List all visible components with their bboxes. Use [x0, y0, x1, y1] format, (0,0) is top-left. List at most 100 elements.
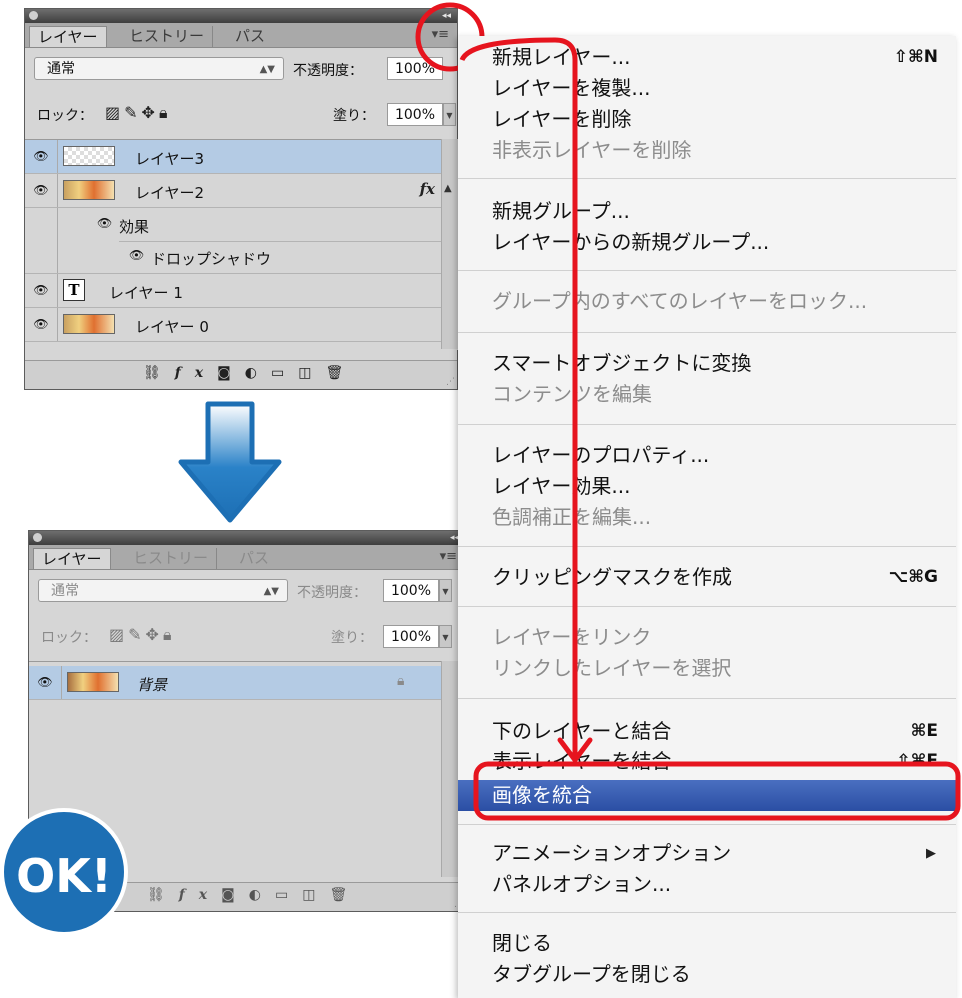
layer-row[interactable]: 👁︎ レイヤー3	[25, 140, 465, 174]
fill-input[interactable]: 100%	[383, 625, 439, 648]
trash-icon[interactable]: 🗑︎	[329, 887, 361, 903]
layer-row[interactable]: 👁︎ レイヤー2 fx	[25, 174, 465, 208]
tab-layers[interactable]: レイヤー	[33, 548, 111, 569]
panel-menu-icon[interactable]: ▾≡	[440, 549, 457, 564]
menu-item-delete-hidden[interactable]: 非表示レイヤーを削除	[458, 135, 956, 166]
menu-item-clipping-mask[interactable]: クリッピングマスクを作成 ⌥⌘G	[458, 562, 956, 593]
menu-item-new-group[interactable]: 新規グループ...	[458, 196, 956, 227]
fill-arrow-icon[interactable]: ▼	[443, 103, 456, 126]
fill-arrow-icon[interactable]: ▼	[439, 625, 452, 648]
new-layer-icon[interactable]: ◫	[302, 887, 329, 903]
layer-list: 👁︎ レイヤー3 👁︎ レイヤー2 fx 👁︎ 効果 👁︎ ドロップシャドウ 👁…	[25, 139, 465, 350]
opacity-input[interactable]: 100%	[383, 579, 439, 602]
eye-icon[interactable]: 👁︎	[29, 280, 53, 300]
trash-icon[interactable]: 🗑︎	[325, 365, 357, 381]
menu-item-new-layer[interactable]: 新規レイヤー... ⇧⌘N	[458, 42, 956, 73]
eye-divider	[57, 140, 58, 173]
link-icon[interactable]: ⛓	[143, 365, 175, 381]
mask-icon[interactable]: ◙	[221, 887, 249, 903]
menu-separator	[458, 546, 956, 547]
tab-history[interactable]: ヒストリー	[125, 548, 218, 569]
menu-item-edit-contents[interactable]: コンテンツを編集	[458, 379, 956, 410]
tab-layers[interactable]: レイヤー	[29, 26, 107, 47]
lock-all-icon[interactable]: 🔒︎	[163, 625, 176, 644]
blend-mode-select[interactable]: 通常 ▲▼	[34, 57, 284, 80]
menu-separator	[458, 912, 956, 913]
adjustment-icon[interactable]: ◐	[249, 887, 275, 903]
menu-item-label: 下のレイヤーと結合	[492, 719, 672, 743]
eye-icon[interactable]: 👁︎	[33, 672, 57, 692]
opacity-label: 不透明度：	[293, 63, 363, 79]
menu-item-merge-visible[interactable]: 表示レイヤーを結合 ⇧⌘E	[458, 746, 956, 777]
menu-item-link-layers[interactable]: レイヤーをリンク	[458, 622, 956, 653]
mask-icon[interactable]: ◙	[217, 365, 245, 381]
lock-icon: 🔒︎	[397, 673, 405, 689]
scrollbar[interactable]: ▲	[441, 139, 458, 349]
lock-move-icon[interactable]: ✥	[142, 103, 159, 122]
fx-button-icon[interactable]: fx	[175, 365, 217, 381]
layer-row[interactable]: 👁︎ レイヤー 0	[25, 308, 465, 342]
folder-icon[interactable]: ▭	[271, 365, 298, 381]
eye-icon[interactable]: 👁︎	[29, 180, 53, 200]
menu-item-lock-all-in-group[interactable]: グループ内のすべてのレイヤーをロック...	[458, 286, 956, 317]
close-dot-icon[interactable]	[33, 533, 42, 542]
menu-item-label: クリッピングマスクを作成	[492, 565, 732, 589]
eye-icon[interactable]: 👁︎	[29, 146, 53, 166]
bottom-icons: ⛓fx◙◐▭◫🗑︎	[143, 365, 357, 381]
layer-name: レイヤー 0	[135, 318, 209, 336]
tab-history[interactable]: ヒストリー	[121, 26, 214, 47]
lock-all-icon[interactable]: 🔒︎	[159, 103, 172, 122]
menu-item-select-linked[interactable]: リンクしたレイヤーを選択	[458, 653, 956, 684]
menu-item-convert-smart-object[interactable]: スマートオブジェクトに変換	[458, 348, 956, 379]
menu-item-close-tab-group[interactable]: タブグループを閉じる	[458, 959, 956, 990]
menu-item-panel-options[interactable]: パネルオプション...	[458, 869, 956, 900]
layer-row[interactable]: 👁︎ T レイヤー 1	[25, 274, 465, 308]
effects-row[interactable]: 👁︎ 効果	[25, 208, 465, 242]
opacity-arrow-icon[interactable]: ▼	[439, 579, 452, 602]
lock-move-icon[interactable]: ✥	[146, 625, 163, 644]
panel-titlebar: ◂◂	[29, 531, 465, 545]
scroll-up-icon[interactable]: ▲	[444, 183, 452, 194]
menu-item-group-from-layers[interactable]: レイヤーからの新規グループ...	[458, 227, 956, 258]
layer-row[interactable]: 👁︎ 背景 🔒︎	[29, 666, 441, 700]
menu-item-delete-layer[interactable]: レイヤーを削除	[458, 104, 956, 135]
link-icon[interactable]: ⛓	[147, 887, 179, 903]
fill-input[interactable]: 100%	[387, 103, 443, 126]
lock-transparent-icon[interactable]: ▨	[109, 625, 128, 644]
menu-item-label: コンテンツを編集	[492, 382, 652, 406]
new-layer-icon[interactable]: ◫	[298, 365, 325, 381]
lock-row: ロック： ▨✎✥🔒︎ 塗り： 100% ▼	[29, 615, 465, 655]
menu-shortcut: ⌘E	[910, 721, 938, 741]
lock-icons: ▨✎✥🔒︎	[105, 103, 171, 123]
menu-item-close[interactable]: 閉じる	[458, 928, 956, 959]
fx-icon[interactable]: fx	[420, 180, 435, 198]
menu-item-animation-options[interactable]: アニメーションオプション ▶	[458, 838, 956, 869]
drop-shadow-row[interactable]: 👁︎ ドロップシャドウ	[25, 240, 465, 274]
blend-mode-value: 通常	[51, 583, 79, 599]
tab-paths[interactable]: パス	[231, 548, 277, 569]
menu-item-label: レイヤーを削除	[492, 107, 632, 131]
eye-icon[interactable]: 👁︎	[29, 314, 53, 334]
menu-item-flatten-image[interactable]: 画像を統合	[458, 780, 956, 811]
menu-separator	[458, 824, 956, 825]
lock-brush-icon[interactable]: ✎	[128, 625, 145, 644]
adjustment-icon[interactable]: ◐	[245, 365, 271, 381]
eye-icon[interactable]: 👁︎	[129, 248, 144, 262]
menu-item-layer-properties[interactable]: レイヤーのプロパティ...	[458, 440, 956, 471]
lock-transparent-icon[interactable]: ▨	[105, 103, 124, 122]
panel-titlebar: ◂◂	[25, 9, 457, 23]
blend-mode-select[interactable]: 通常 ▲▼	[38, 579, 288, 602]
resize-grip-icon[interactable]: ⋰	[446, 377, 455, 387]
menu-item-merge-down[interactable]: 下のレイヤーと結合 ⌘E	[458, 716, 956, 747]
menu-item-duplicate-layer[interactable]: レイヤーを複製...	[458, 73, 956, 104]
tab-paths[interactable]: パス	[227, 26, 273, 47]
fx-button-icon[interactable]: fx	[179, 887, 221, 903]
lock-brush-icon[interactable]: ✎	[124, 103, 141, 122]
folder-icon[interactable]: ▭	[275, 887, 302, 903]
layer-thumbnail	[63, 314, 115, 334]
layer-thumbnail	[63, 180, 115, 200]
close-dot-icon[interactable]	[29, 11, 38, 20]
menu-item-layer-effects[interactable]: レイヤー効果...	[458, 471, 956, 502]
eye-icon[interactable]: 👁︎	[97, 216, 112, 230]
menu-item-edit-adjustment[interactable]: 色調補正を編集...	[458, 502, 956, 533]
